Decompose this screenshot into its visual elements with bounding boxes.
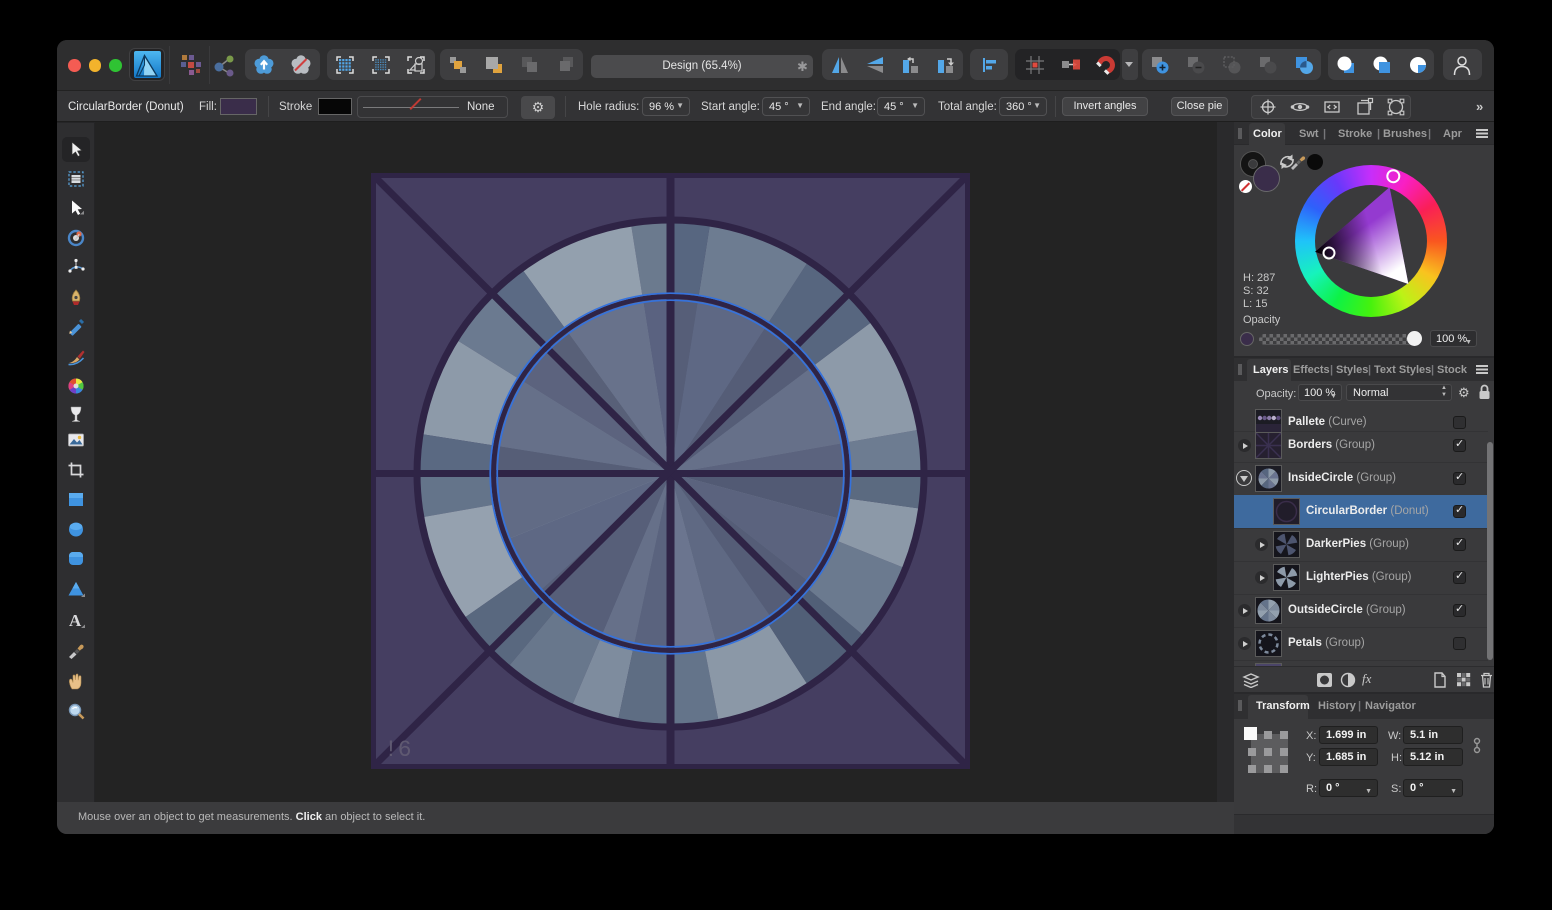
svg-text:A: A: [69, 611, 82, 630]
svg-text:!6: !6: [384, 737, 412, 763]
